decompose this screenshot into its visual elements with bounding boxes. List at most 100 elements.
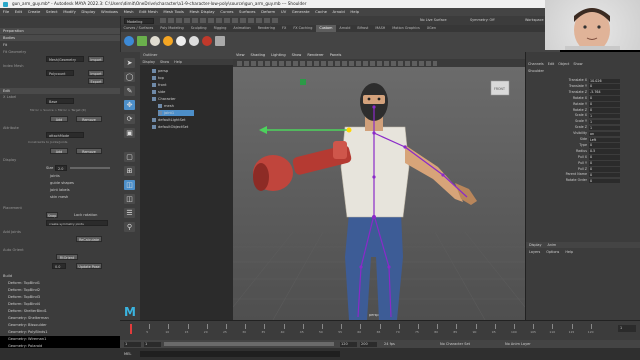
select-tool-icon[interactable]: ➤ [124,58,135,68]
range-end-field[interactable]: 200 [360,341,377,347]
menu-create[interactable]: Create [25,8,43,16]
menu-windows[interactable]: Windows [98,8,121,16]
persp-outliner-layout-icon[interactable]: ◫ [124,180,135,190]
outliner-menu-help[interactable]: Help [172,60,185,64]
option-joints[interactable]: joints [50,174,60,178]
channel-value[interactable]: 0 [589,178,620,184]
option-guide-shapes[interactable]: guide shapes [50,181,74,185]
menu-help[interactable]: Help [348,8,362,16]
update-pose-button[interactable]: Update Pose [76,263,102,269]
shelf-cube-icon[interactable] [137,36,147,46]
list-item[interactable]: Deform: TopBind4 [8,302,40,306]
vp-menu-renderer[interactable]: Renderer [304,53,326,57]
menu-surfaces[interactable]: Surfaces [236,8,258,16]
gun-arm[interactable] [253,141,352,191]
list-item[interactable]: Geometry: Wireman1 [8,337,46,341]
list-item[interactable]: Deform: TopBind2 [8,288,40,292]
gun-arm-shoulder-mount[interactable] [333,141,347,159]
character-shirt[interactable] [340,126,410,218]
command-input[interactable] [140,351,340,357]
symmetry-label[interactable]: Symmetry: Off [470,18,495,22]
rotate-tool-icon[interactable]: ⟳ [124,114,135,124]
channel-value[interactable]: 0 [589,155,620,160]
channel-value[interactable]: on [589,131,620,137]
shelf-tab[interactable]: Bifrost [354,25,372,32]
shelf-tab[interactable]: XGen [423,25,439,32]
vp-menu-view[interactable]: View [233,53,248,57]
channel-value[interactable]: 0 [589,172,620,178]
mesh-dropdown[interactable]: Mesh/Geometry [46,56,84,62]
polycount-dropdown[interactable]: Polycount [46,70,74,76]
character-set-dropdown[interactable]: No Character Set [440,340,470,348]
channel-value[interactable]: 0 [589,143,620,148]
option-joint-labels[interactable]: joint labels [50,188,70,192]
section-fit[interactable]: Fit [3,43,7,47]
channel-row[interactable]: Translate X 10.026 [526,78,640,84]
shelf-tab[interactable]: Rigging [210,25,230,32]
list-item[interactable]: Deform: TopBind3 [8,295,40,299]
move-tool-icon[interactable]: ✥ [124,100,135,110]
menu-mesh-tools[interactable]: Mesh Tools [161,8,187,16]
channel-row[interactable]: Pull Y0 [526,161,640,167]
status-tool-icons[interactable] [160,18,280,23]
shelf-sphere-icon[interactable] [124,36,134,46]
menu-select[interactable]: Select [43,8,60,16]
shelf-tab[interactable]: Motion Graphics [389,25,424,32]
shelf-delete-icon[interactable] [202,36,212,46]
tab-bodies[interactable]: Bodies [0,35,120,41]
outliner-layout-icon[interactable]: ☰ [124,208,135,218]
shelf-tab[interactable]: Poly Modeling [157,25,187,32]
menu-curves[interactable]: Curves [217,8,236,16]
menu-file[interactable]: File [0,8,12,16]
channel-row[interactable]: Visibility on [526,131,640,137]
option-skin-mesh[interactable]: skin mesh [50,195,68,199]
anim-layer-dropdown[interactable]: No Anim Layer [505,340,531,348]
orient-value-field[interactable]: 0.0 [52,263,66,269]
menu-help-layers[interactable]: Help [562,250,576,254]
shelf-tab[interactable]: Sculpting [187,25,210,32]
vp-menu-show[interactable]: Show [289,53,305,57]
outliner-item[interactable]: persp [152,68,168,74]
outliner-item[interactable]: defaultLightSet [152,117,186,123]
menu-edit-mesh[interactable]: Edit Mesh [136,8,160,16]
range-bar[interactable] [164,342,334,346]
lock-rotation-checkbox[interactable]: Lock rotation [74,213,97,217]
menu-cache[interactable]: Cache [312,8,329,16]
current-time-indicator[interactable] [130,324,132,334]
locator-marker[interactable] [300,79,306,85]
menu-mesh-display[interactable]: Mesh Display [187,8,218,16]
node-name[interactable]: Shoulder [528,69,544,73]
tab-anim[interactable]: Anim [545,243,560,247]
outliner-item[interactable]: side [152,89,165,95]
list-item[interactable]: Geometry: Shelterman [8,316,49,320]
import-button[interactable]: Import [88,56,104,62]
shelf-tab[interactable]: Rendering [254,25,278,32]
channel-value[interactable]: 0 [589,167,620,172]
channel-row[interactable]: Side Left [526,137,640,143]
fit-orient-button[interactable]: FitOrient [56,254,78,260]
shelf-tab[interactable]: FX Caching [290,25,316,32]
fps-dropdown[interactable]: 24 fps [384,340,395,348]
manipulator-arrowhead[interactable] [259,126,267,134]
tab-preparation[interactable]: Preparation [0,28,120,34]
tab-edit[interactable]: Edit [546,62,557,66]
outliner-item-selected[interactable]: joint1 [158,110,195,116]
channel-row[interactable]: Translate Y0 [526,84,640,90]
outliner-item[interactable]: defaultObjectSet [152,124,188,130]
character-jeans[interactable] [345,213,403,320]
outliner-menu-show[interactable]: Show [158,60,172,64]
outliner-menu-display[interactable]: Display [140,60,158,64]
channel-value[interactable]: 0 [589,161,620,166]
tab-show[interactable]: Show [571,62,584,66]
manipulator-center[interactable] [346,127,352,133]
move-manipulator[interactable] [259,126,352,134]
live-surface-label[interactable]: No Live Surface [420,18,447,22]
add-button[interactable]: Add [50,116,68,122]
section-edit[interactable]: Edit [0,88,120,94]
side-by-side-layout-icon[interactable]: ◫ [124,194,135,204]
viewport-3d[interactable]: FRONT persp [233,67,525,320]
menu-deform[interactable]: Deform [258,8,278,16]
menu-modify[interactable]: Modify [60,8,78,16]
channel-value[interactable]: 1 [589,119,620,125]
channel-row[interactable]: Pull Z0 [526,167,640,173]
